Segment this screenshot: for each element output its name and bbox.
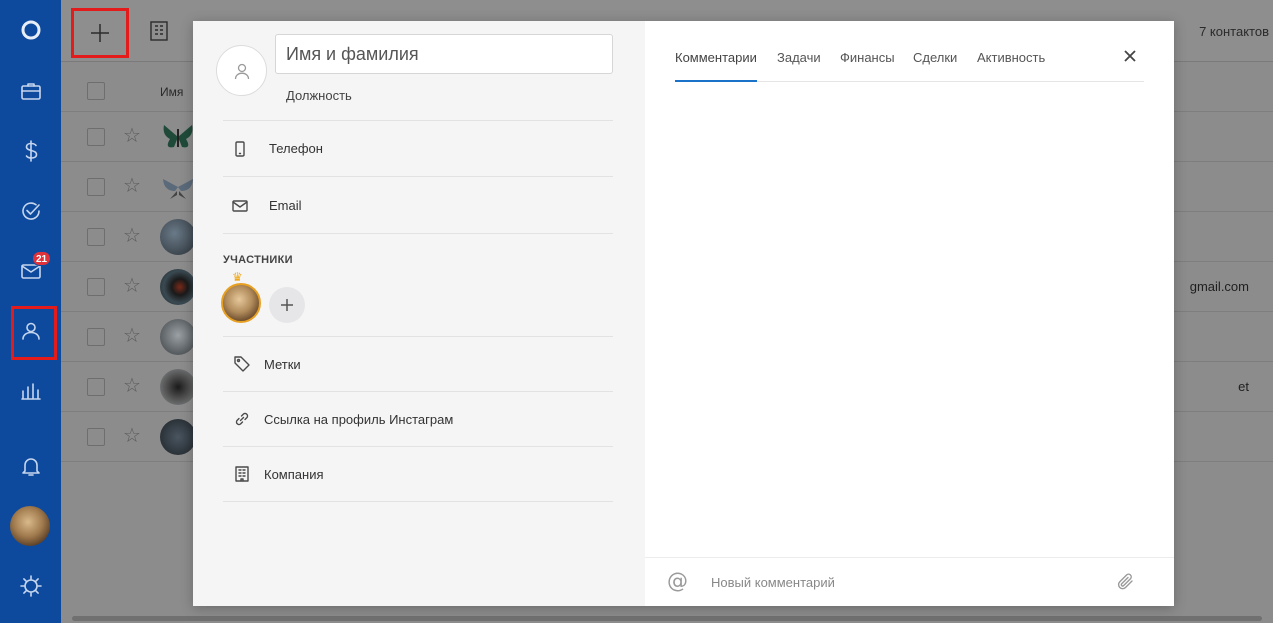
row-checkbox[interactable]: [87, 128, 105, 146]
participants-title: УЧАСТНИКИ: [223, 254, 293, 266]
company-view-icon[interactable]: [148, 20, 172, 44]
tab-activity[interactable]: Активность: [977, 50, 1045, 82]
link-icon: [223, 410, 259, 428]
phone-icon: [223, 140, 259, 158]
email-field[interactable]: Email: [223, 178, 613, 234]
close-button[interactable]: [1119, 45, 1141, 67]
chart-icon[interactable]: [0, 369, 61, 413]
avatar: [160, 219, 196, 255]
mail-badge: 21: [32, 251, 52, 266]
row-detail: et: [1238, 379, 1249, 394]
activity-panel: Комментарии Задачи Финансы Сделки Активн…: [645, 21, 1174, 606]
new-contact-modal: Должность Телефон Email УЧАСТНИКИ ♛ Метк…: [193, 21, 1174, 606]
tab-comments[interactable]: Комментарии: [675, 50, 757, 82]
tags-label: Метки: [264, 356, 301, 372]
dollar-icon[interactable]: [0, 129, 61, 173]
star-icon[interactable]: ☆: [123, 376, 141, 396]
select-all-checkbox[interactable]: [87, 82, 105, 100]
star-icon[interactable]: ☆: [123, 426, 141, 446]
contacts-highlight-box: [11, 306, 57, 360]
position-field[interactable]: Должность: [286, 88, 352, 103]
comment-input[interactable]: [711, 572, 1091, 592]
sidebar: 21: [0, 0, 61, 623]
row-checkbox[interactable]: [87, 228, 105, 246]
star-icon[interactable]: ☆: [123, 176, 141, 196]
user-avatar[interactable]: [10, 506, 50, 546]
participant-avatar[interactable]: [221, 283, 261, 323]
add-participant-button[interactable]: [269, 287, 305, 323]
row-checkbox[interactable]: [87, 428, 105, 446]
tab-finances[interactable]: Финансы: [840, 50, 895, 82]
user-icon: [234, 63, 249, 79]
email-label: Email: [269, 198, 302, 213]
phone-field[interactable]: Телефон: [223, 121, 613, 177]
company-label: Компания: [264, 466, 324, 482]
envelope-icon: [223, 197, 259, 215]
company-field[interactable]: Компания: [223, 447, 613, 502]
building-icon: [223, 465, 259, 483]
avatar: [160, 419, 196, 455]
contact-details-panel: Должность Телефон Email УЧАСТНИКИ ♛ Метк…: [193, 21, 645, 606]
instagram-link-field[interactable]: Ссылка на профиль Инстаграм: [223, 392, 613, 447]
check-circle-icon[interactable]: [0, 189, 61, 233]
column-header-name[interactable]: Имя: [160, 85, 183, 99]
avatar: [160, 119, 196, 155]
name-input[interactable]: [275, 34, 613, 74]
avatar: [160, 169, 196, 205]
horizontal-scrollbar[interactable]: [72, 616, 1262, 621]
star-icon[interactable]: ☆: [123, 276, 141, 296]
mention-icon[interactable]: @: [667, 571, 688, 592]
logo-icon[interactable]: [0, 8, 61, 52]
row-checkbox[interactable]: [87, 328, 105, 346]
avatar: [160, 269, 196, 305]
row-checkbox[interactable]: [87, 378, 105, 396]
instagram-label: Ссылка на профиль Инстаграм: [264, 411, 454, 427]
settings-icon[interactable]: [0, 564, 61, 608]
briefcase-icon[interactable]: [0, 69, 61, 113]
bell-icon[interactable]: [0, 444, 61, 488]
avatar: [160, 319, 196, 355]
contact-photo-upload[interactable]: [216, 45, 267, 96]
close-icon: [1124, 50, 1136, 62]
star-icon[interactable]: ☆: [123, 226, 141, 246]
tab-deals[interactable]: Сделки: [913, 50, 957, 82]
star-icon[interactable]: ☆: [123, 126, 141, 146]
mail-icon[interactable]: 21: [0, 249, 61, 293]
row-detail: gmail.com: [1189, 279, 1249, 294]
phone-label: Телефон: [269, 141, 323, 156]
comment-bar: @: [645, 557, 1174, 606]
tab-bar: Комментарии Задачи Финансы Сделки Активн…: [675, 47, 1144, 82]
tags-field[interactable]: Метки: [223, 337, 613, 392]
add-contact-button[interactable]: [71, 8, 129, 58]
tag-icon: [223, 355, 259, 373]
contacts-count: 7 контактов: [1199, 24, 1269, 39]
avatar: [160, 369, 196, 405]
crown-icon: ♛: [232, 270, 243, 284]
row-checkbox[interactable]: [87, 178, 105, 196]
star-icon[interactable]: ☆: [123, 326, 141, 346]
attachment-icon[interactable]: [1115, 571, 1137, 593]
tab-tasks[interactable]: Задачи: [777, 50, 821, 82]
row-checkbox[interactable]: [87, 278, 105, 296]
